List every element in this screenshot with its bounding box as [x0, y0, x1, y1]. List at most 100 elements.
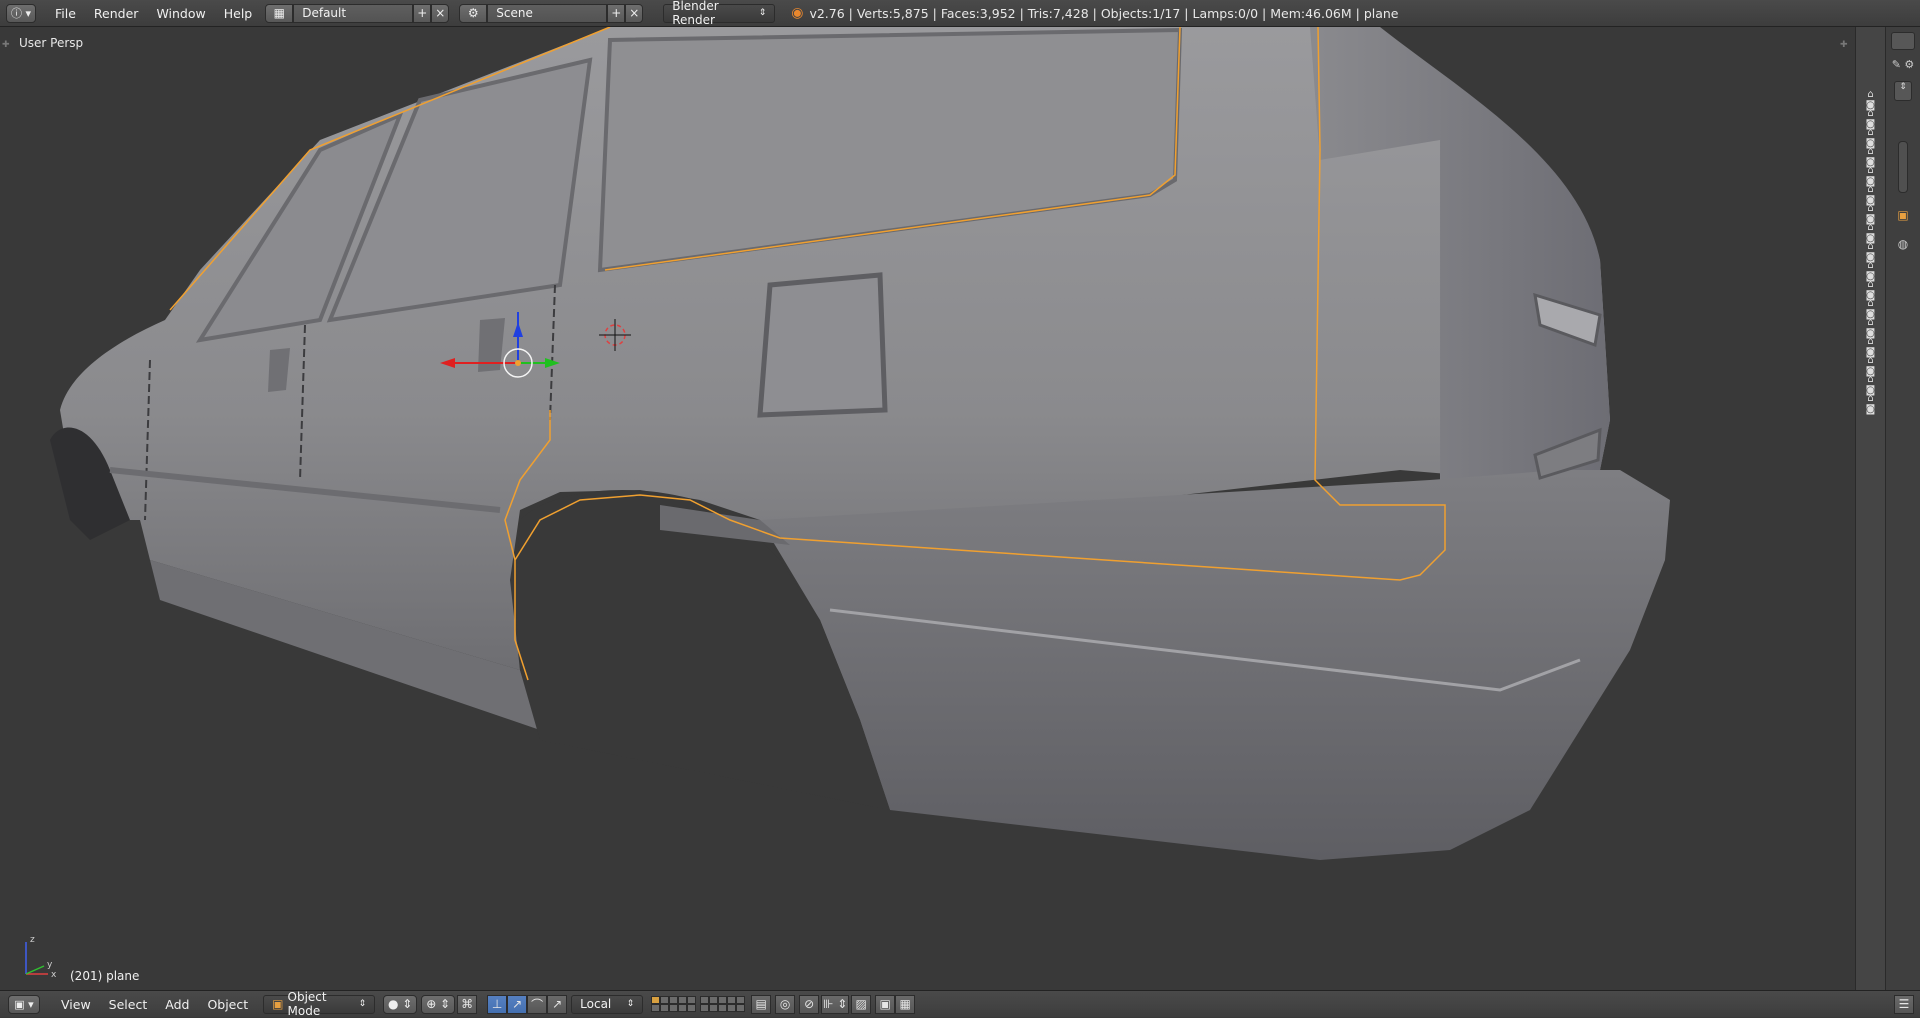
snap-toggle-button[interactable]: ⊘: [799, 994, 820, 1014]
menu-render[interactable]: Render: [85, 6, 148, 21]
eye-icon[interactable]: ⌂ ◙: [1862, 184, 1880, 206]
y-axis-arrowhead[interactable]: [545, 358, 560, 368]
lock-layers-button[interactable]: ▤: [751, 994, 772, 1014]
eye-icon[interactable]: ⌂ ◙: [1862, 165, 1880, 187]
object-origin-dot: [515, 360, 521, 366]
scroll-arrows-icon[interactable]: ⇕: [1894, 81, 1912, 101]
eye-icon[interactable]: ⌂ ◙: [1862, 298, 1880, 320]
panel-scrollbar[interactable]: [1898, 141, 1908, 193]
transform-orientation-dropdown[interactable]: Local ⇕: [571, 994, 644, 1014]
add-scene-button[interactable]: +: [607, 3, 626, 23]
delete-scene-button[interactable]: ×: [625, 3, 644, 23]
dropdown-arrows-icon: ⇕: [358, 999, 367, 1009]
scene-field[interactable]: Scene: [487, 3, 608, 23]
axis-y-label: y: [47, 960, 53, 970]
arc-manipulator-button[interactable]: ⌒: [527, 994, 548, 1014]
menu-select[interactable]: Select: [100, 997, 157, 1012]
screen-layout-name: Default: [302, 6, 347, 20]
close-icon: ×: [435, 6, 446, 20]
manipulator-toggle-button[interactable]: ⌘: [457, 994, 478, 1014]
scene-icon-button[interactable]: ⚙: [459, 3, 488, 23]
blender-logo-icon: ◉: [791, 5, 804, 21]
screen-layout-icon-button[interactable]: ▦: [265, 3, 294, 23]
plus-icon: +: [417, 6, 428, 20]
car-mesh[interactable]: [0, 27, 1855, 990]
eye-icon[interactable]: ⌂ ◙: [1862, 222, 1880, 244]
menu-file[interactable]: File: [46, 6, 85, 21]
interaction-mode-dropdown[interactable]: ▣ Object Mode ⇕: [263, 990, 376, 1018]
transform-gizmo[interactable]: [430, 312, 570, 452]
eye-icon[interactable]: ⌂ ◙: [1862, 279, 1880, 301]
viewport-shading-dropdown[interactable]: ● ⇕: [383, 994, 418, 1014]
menu-object[interactable]: Object: [198, 997, 257, 1012]
properties-toggle-button[interactable]: ☰: [1894, 994, 1914, 1014]
object-mode-icon: ▣: [272, 997, 284, 1011]
corner-plus-icon[interactable]: ✚: [1840, 40, 1848, 50]
dropdown-arrows-icon: ⇕: [626, 999, 635, 1009]
view-axis-indicator: z x y: [25, 935, 57, 980]
material-icon[interactable]: ◍: [1886, 237, 1920, 251]
render-engine-dropdown[interactable]: Blender Render ⇕: [663, 0, 776, 27]
interaction-mode-value: Object Mode: [287, 990, 327, 1018]
rotate-icon: ↗: [512, 997, 523, 1011]
pivot-point-dropdown[interactable]: ⊕ ⇕: [421, 994, 456, 1014]
3d-viewport[interactable]: User Persp z x y (201) plane ✚ ✚: [0, 27, 1855, 990]
menu-window[interactable]: Window: [147, 6, 214, 21]
properties-editor-type-icon[interactable]: [1891, 32, 1915, 50]
object-data-icon[interactable]: ▣: [1886, 208, 1920, 222]
axis-x-label: x: [51, 970, 57, 980]
opengl-render-button[interactable]: ▨: [851, 994, 872, 1014]
pin-icon[interactable]: ✎ ⚙: [1886, 58, 1920, 71]
render-still-icon: ▣: [879, 997, 891, 1011]
proportional-edit-button[interactable]: ◎: [775, 994, 796, 1014]
info-icon: ⓘ ▾: [10, 7, 32, 20]
menu-view[interactable]: View: [52, 997, 100, 1012]
menu-help[interactable]: Help: [215, 6, 262, 21]
render-animation-icon: ▦: [899, 997, 911, 1011]
rotate-manipulator-button[interactable]: ↗: [507, 994, 528, 1014]
fuel-door: [757, 272, 888, 418]
scale-manipulator-button[interactable]: ↗: [547, 994, 568, 1014]
opengl-render-active-button[interactable]: ▣: [875, 994, 896, 1014]
camera-icon: ▨: [855, 997, 867, 1011]
add-layout-button[interactable]: +: [413, 3, 432, 23]
eye-icon[interactable]: ⌂ ◙: [1862, 127, 1880, 149]
eye-icon[interactable]: ⌂ ◙: [1862, 374, 1880, 396]
3d-view-icon: ▣ ▾: [14, 997, 34, 1011]
manipulator-icon: ⌘: [461, 997, 474, 1011]
translate-manipulator-button[interactable]: ⊥: [487, 994, 508, 1014]
car-rear-bumper: [760, 470, 1670, 860]
close-icon: ×: [629, 6, 640, 20]
eye-icon[interactable]: ⌂ ◙: [1862, 393, 1880, 415]
scene-icon: ⚙: [467, 6, 479, 20]
eye-icon[interactable]: ⌂ ◙: [1862, 89, 1880, 111]
snap-element-icon: ⊪ ⇕: [822, 997, 848, 1011]
solid-shading-icon: ● ⇕: [387, 997, 413, 1011]
screen-layout-field[interactable]: Default: [293, 3, 414, 23]
eye-icon[interactable]: ⌂ ◙: [1862, 203, 1880, 225]
eye-icon[interactable]: ⌂ ◙: [1862, 355, 1880, 377]
menu-add[interactable]: Add: [156, 997, 198, 1012]
3d-view-header: ▣ ▾ View Select Add Object ▣ Object Mode…: [0, 990, 1920, 1018]
corner-plus-icon[interactable]: ✚: [2, 40, 10, 50]
editor-type-info-button[interactable]: ⓘ ▾: [6, 3, 36, 23]
editor-type-3dview-button[interactable]: ▣ ▾: [8, 994, 40, 1014]
eye-icon[interactable]: ⌂ ◙: [1862, 241, 1880, 263]
delete-layout-button[interactable]: ×: [431, 3, 450, 23]
x-axis-arrowhead[interactable]: [440, 358, 455, 368]
eye-icon[interactable]: ⌂ ◙: [1862, 108, 1880, 130]
eye-icon[interactable]: ⌂ ◙: [1862, 317, 1880, 339]
eye-icon[interactable]: ⌂ ◙: [1862, 260, 1880, 282]
z-axis-arrowhead[interactable]: [513, 322, 523, 337]
layer-grid[interactable]: [651, 995, 746, 1014]
scene-statistics: v2.76 | Verts:5,875 | Faces:3,952 | Tris…: [809, 5, 1399, 21]
eye-icon[interactable]: ⌂ ◙: [1862, 146, 1880, 168]
info-header: ⓘ ▾ File Render Window Help ▦ Default + …: [0, 0, 1920, 27]
eye-icon[interactable]: ⌂ ◙: [1862, 336, 1880, 358]
snap-element-dropdown[interactable]: ⊪ ⇕: [821, 994, 850, 1014]
outliner-visibility-strip: ⌂ ◙ ⌂ ◙ ⌂ ◙ ⌂ ◙ ⌂ ◙ ⌂ ◙ ⌂ ◙ ⌂ ◙ ⌂ ◙ ⌂ ◙ …: [1855, 27, 1885, 990]
layout-grid-icon: ▦: [273, 6, 285, 20]
lock-icon: ▤: [755, 997, 767, 1011]
opengl-render-animation-button[interactable]: ▦: [895, 994, 916, 1014]
pivot-icon: ⊕ ⇕: [426, 997, 451, 1011]
